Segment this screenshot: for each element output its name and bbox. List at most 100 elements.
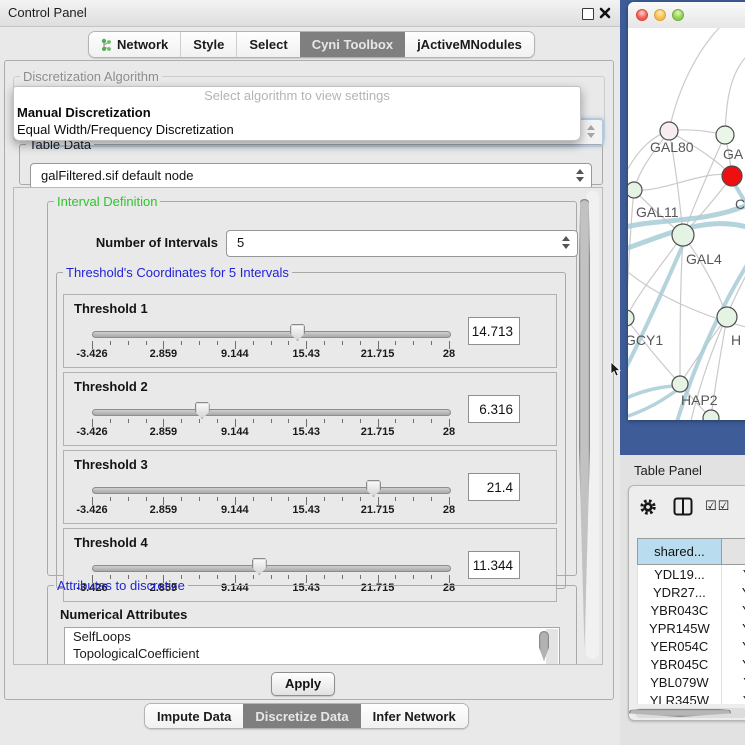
list-item[interactable]: SelfLoops [65, 628, 559, 645]
network-node-ga[interactable] [716, 126, 734, 144]
slider-tick-label: 9.144 [221, 348, 249, 360]
table-row[interactable]: YER054CYER0 [638, 637, 745, 655]
threshold-2-slider[interactable]: -3.4262.8599.14415.4321.71528 [92, 373, 449, 445]
network-canvas[interactable]: GAL80GACGAL11GAL4GCY1HHAP2 [628, 28, 745, 420]
table-cell[interactable]: YLR345W [638, 691, 722, 704]
threshold-2-panel: Threshold 2 -3.4262.8599.14415.4321.7152… [63, 372, 557, 446]
slider-track[interactable] [92, 487, 451, 494]
slider-tick-label: 15.43 [292, 348, 320, 360]
table-cell[interactable]: YBR045C [638, 655, 722, 673]
group-title: Threshold's Coordinates for 5 Intervals [63, 265, 292, 280]
slider-thumb[interactable] [252, 558, 267, 575]
tab-network[interactable]: Network [89, 32, 180, 57]
tab-style[interactable]: Style [180, 32, 236, 57]
threshold-1-slider[interactable]: -3.4262.8599.14415.4321.71528 [92, 295, 449, 367]
scrollbar-thumb[interactable] [629, 709, 731, 717]
network-view-window[interactable]: GAL80GACGAL11GAL4GCY1HHAP2 [628, 2, 745, 420]
scrollbar-thumb[interactable] [579, 199, 590, 649]
column-header-name[interactable]: na [721, 539, 745, 565]
tab-select[interactable]: Select [236, 32, 299, 57]
network-icon [101, 38, 112, 52]
table-row[interactable]: YBR045CYBR0 [638, 655, 745, 673]
algorithm-dropdown-popup: Select algorithm to view settings Manual… [13, 86, 581, 141]
table-row[interactable]: YDR27...YDR2 [638, 583, 745, 601]
slider-track[interactable] [92, 331, 451, 338]
close-icon[interactable] [599, 7, 611, 19]
gear-icon[interactable] [639, 498, 657, 516]
slider-tick-label: 15.43 [292, 426, 320, 438]
table-cell[interactable]: YER054C [638, 637, 722, 655]
network-node[interactable] [703, 410, 719, 420]
minimize-window-icon[interactable] [654, 9, 666, 21]
slider-tick-label: -3.426 [76, 426, 107, 438]
table-cell[interactable]: YPR1 [721, 619, 745, 637]
network-node-c[interactable] [722, 166, 742, 186]
zoom-window-icon[interactable] [672, 9, 684, 21]
network-node-gal80[interactable] [660, 122, 678, 140]
table-rows-viewport: shared... na YDL19...YDL1YDR27...YDR2YBR… [637, 538, 745, 704]
apply-button[interactable]: Apply [271, 672, 335, 696]
tab-jactivemnodules[interactable]: jActiveMNodules [405, 32, 534, 57]
interval-definition-group: Interval Definition Number of Intervals … [47, 194, 577, 576]
threshold-value-field[interactable]: 14.713 [468, 317, 520, 345]
table-row[interactable]: YBR043CYBR0 [638, 601, 745, 619]
table-browser-window: ☑☑ shared... na YDL19...YDL1YDR27...YDR2… [628, 485, 745, 721]
slider-tick-label: 9.144 [221, 504, 249, 516]
table-cell[interactable]: YLR3 [721, 691, 745, 704]
slider-thumb[interactable] [195, 402, 210, 419]
threshold-value-field[interactable]: 11.344 [468, 551, 520, 579]
slider-thumb[interactable] [366, 480, 381, 497]
split-columns-icon[interactable] [673, 497, 693, 516]
tab-impute-data[interactable]: Impute Data [145, 704, 243, 728]
slider-tick-label: 21.715 [361, 426, 395, 438]
number-of-intervals-combobox[interactable]: 5 [226, 230, 578, 257]
horizontal-scrollbar[interactable] [635, 708, 745, 718]
table-cell[interactable]: YPR145W [638, 619, 722, 637]
network-node-gal4[interactable] [672, 224, 694, 246]
tab-label: Discretize Data [255, 709, 348, 724]
network-node-gal11[interactable] [628, 182, 642, 198]
vertical-scrollbar[interactable] [586, 191, 599, 659]
table-row[interactable]: YBL079WYBL0 [638, 673, 745, 691]
table-row[interactable]: YPR145WYPR1 [638, 619, 745, 637]
network-window-titlebar [628, 2, 745, 29]
float-icon[interactable] [582, 8, 594, 20]
table-cell[interactable]: YBR043C [638, 601, 722, 619]
list-item[interactable]: BetweennessCentrality [65, 662, 559, 665]
network-node-hap2[interactable] [672, 376, 688, 392]
control-panel-titlebar: Control Panel [0, 0, 620, 27]
network-node-gcy1[interactable] [628, 310, 634, 326]
table-data-combobox[interactable]: galFiltered.sif default node [30, 163, 592, 190]
tab-infer-network[interactable]: Infer Network [361, 704, 468, 728]
close-window-icon[interactable] [636, 9, 648, 21]
slider-thumb[interactable] [290, 324, 305, 341]
threshold-value-field[interactable]: 6.316 [468, 395, 520, 423]
tab-discretize-data[interactable]: Discretize Data [243, 704, 360, 728]
table-cell[interactable]: YDR27... [638, 583, 722, 601]
dropdown-option-manual[interactable]: Manual Discretization [14, 104, 580, 121]
threshold-value-field[interactable]: 21.4 [468, 473, 520, 501]
numerical-attributes-label: Numerical Attributes [60, 607, 187, 622]
table-cell[interactable]: YBL0 [721, 673, 745, 691]
network-node-h[interactable] [717, 307, 737, 327]
table-row[interactable]: YDL19...YDL1 [638, 565, 745, 584]
table-row[interactable]: YLR345WYLR3 [638, 691, 745, 704]
table-cell[interactable]: YBR0 [721, 655, 745, 673]
list-item[interactable]: TopologicalCoefficient [65, 645, 559, 662]
threshold-3-slider[interactable]: -3.4262.8599.14415.4321.71528 [92, 451, 449, 523]
column-header-shared[interactable]: shared... [638, 539, 722, 565]
list-scrollbar[interactable] [546, 629, 558, 665]
slider-track[interactable] [92, 565, 451, 572]
tab-cyni-toolbox[interactable]: Cyni Toolbox [300, 32, 405, 57]
table-cell[interactable]: YDL19... [638, 565, 722, 584]
table-cell[interactable]: YDL1 [721, 565, 745, 584]
node-label: HAP2 [681, 392, 718, 408]
slider-track[interactable] [92, 409, 451, 416]
checkbox-icons[interactable]: ☑☑ [705, 499, 730, 514]
table-cell[interactable]: YBL079W [638, 673, 722, 691]
table-cell[interactable]: YDR2 [721, 583, 745, 601]
slider-tick-label: -3.426 [76, 348, 107, 360]
table-cell[interactable]: YER0 [721, 637, 745, 655]
dropdown-option-equal-width[interactable]: Equal Width/Frequency Discretization [14, 121, 580, 138]
table-cell[interactable]: YBR0 [721, 601, 745, 619]
